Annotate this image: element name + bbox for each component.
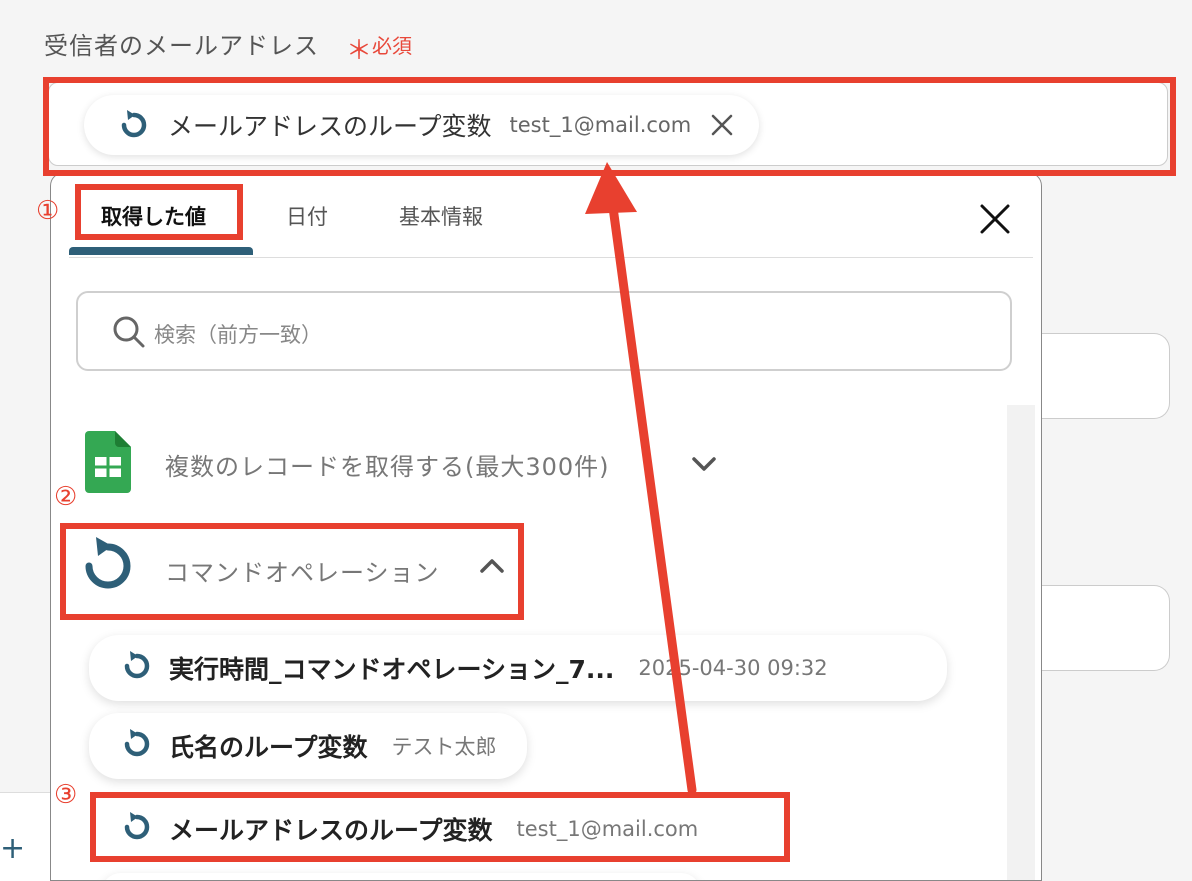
annotation-arrow bbox=[585, 162, 697, 795]
